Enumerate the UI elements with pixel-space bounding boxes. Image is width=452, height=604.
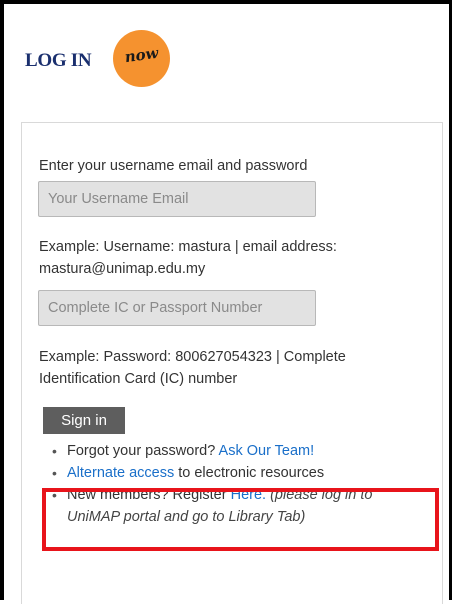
register-note-line1: (please log in to [270, 487, 373, 503]
password-example: Example: Password: 800627054323 | Comple… [39, 346, 346, 390]
forgot-text: Forgot your password? [67, 443, 216, 459]
bullet-icon: • [52, 487, 57, 503]
ask-our-team-link[interactable]: Ask Our Team! [219, 443, 315, 459]
login-page: LOG IN now Enter your username email and… [0, 0, 452, 604]
register-text: New members? Register [67, 487, 227, 503]
login-now-logo: LOG IN now [25, 30, 225, 94]
list-item-forgot: • Forgot your password? Ask Our Team! [51, 440, 431, 462]
now-badge-icon: now [113, 30, 170, 87]
list-item-register: • New members? Register Here. (please lo… [51, 484, 431, 528]
bullet-icon: • [52, 443, 57, 459]
sign-in-button[interactable]: Sign in [43, 407, 125, 434]
alternate-access-link[interactable]: Alternate access [67, 465, 174, 481]
password-example-line1: Example: Password: 800627054323 | Comple… [39, 349, 346, 365]
bullet-icon: • [52, 465, 57, 481]
username-input[interactable] [38, 181, 316, 217]
username-example-line1: Example: Username: mastura | email addre… [39, 239, 337, 255]
password-input[interactable] [38, 290, 316, 326]
register-here-link[interactable]: Here. [231, 487, 266, 503]
alternate-text: to electronic resources [178, 465, 325, 481]
register-note-line2: UniMAP portal and go to Library Tab) [67, 509, 306, 525]
logo-text: LOG IN [25, 50, 92, 71]
help-links-list: • Forgot your password? Ask Our Team! • … [51, 440, 431, 528]
login-prompt: Enter your username email and password [39, 158, 308, 174]
username-example-line2: mastura@unimap.edu.my [39, 261, 206, 277]
password-example-line2: Identification Card (IC) number [39, 371, 238, 387]
now-badge-text: now [123, 43, 160, 67]
list-item-alternate: • Alternate access to electronic resourc… [51, 462, 431, 484]
login-panel: Enter your username email and password E… [21, 122, 443, 604]
username-example: Example: Username: mastura | email addre… [39, 236, 337, 280]
